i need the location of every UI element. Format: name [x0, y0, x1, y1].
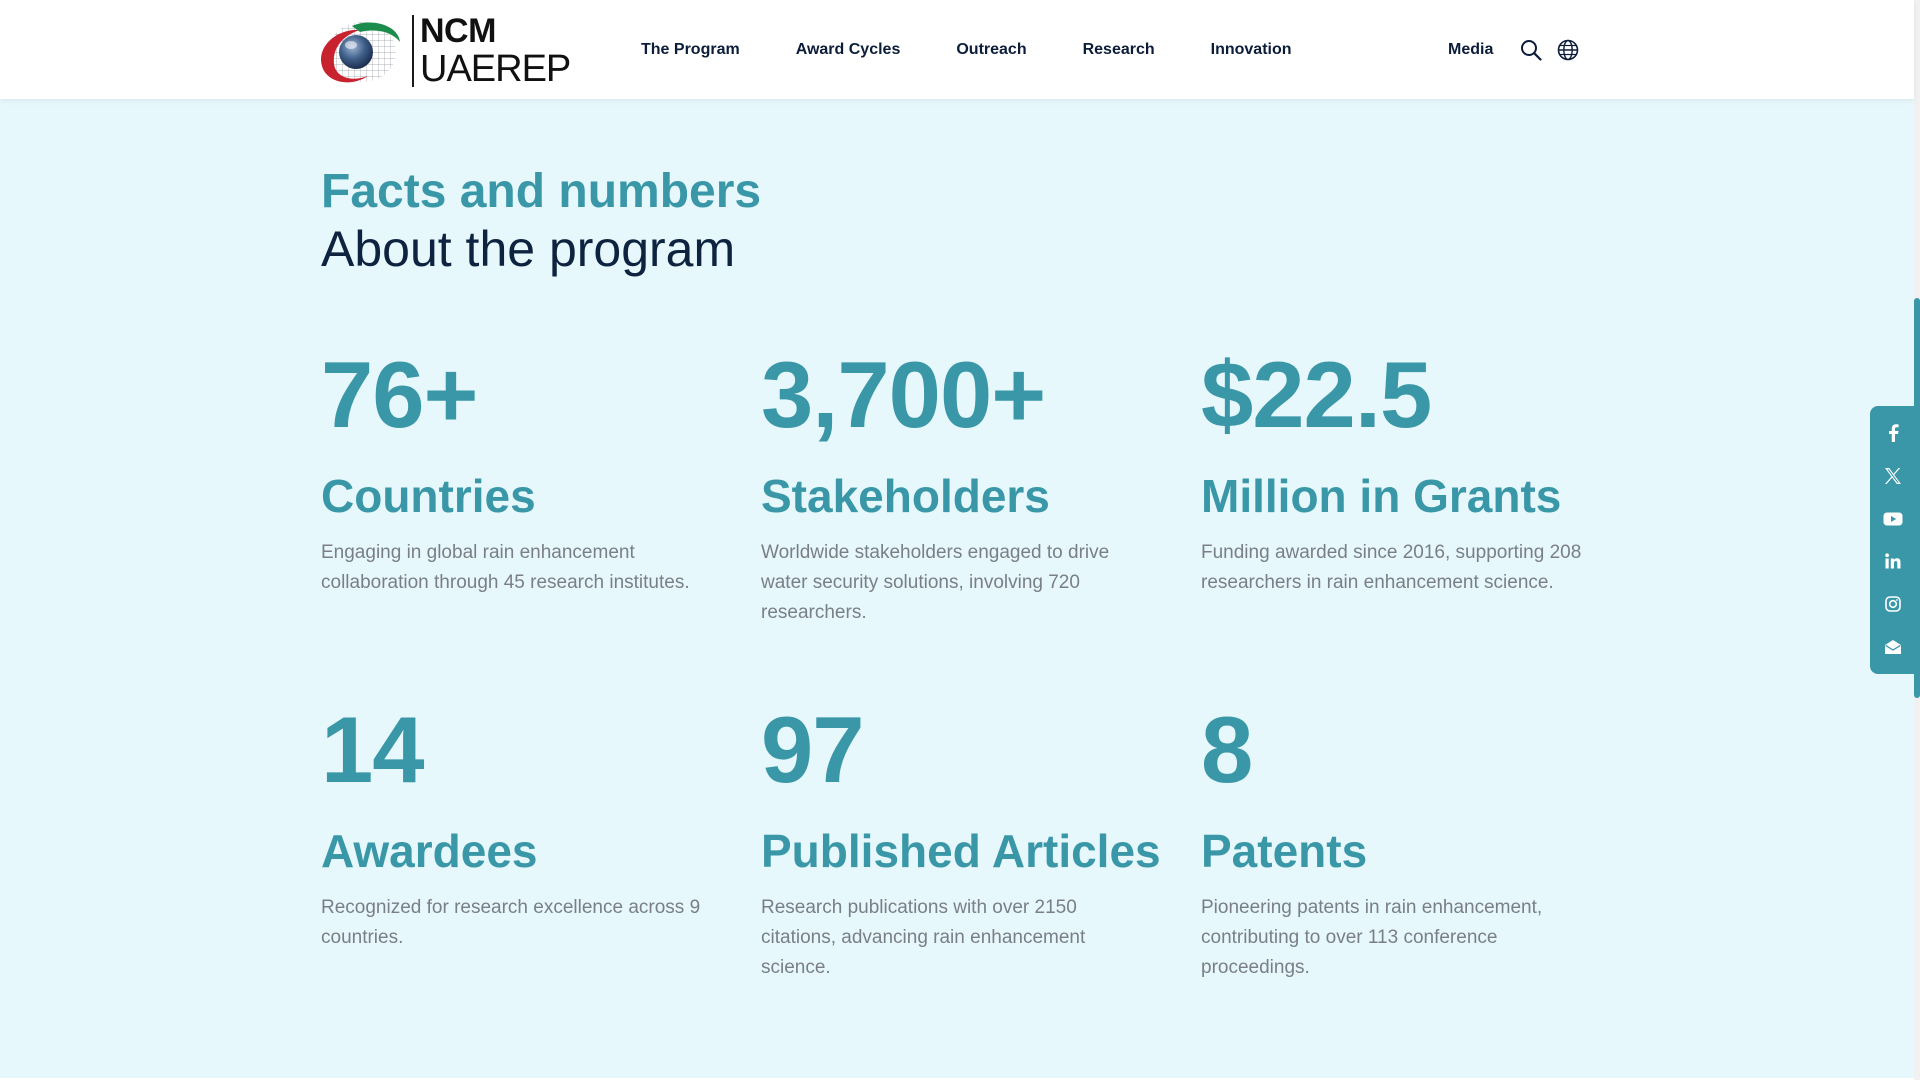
- stat-label: Patents: [1201, 825, 1368, 877]
- instagram-icon[interactable]: [1883, 594, 1903, 614]
- social-share-bar: [1870, 406, 1916, 674]
- stats-grid: 76+ Countries Engaging in global rain en…: [321, 340, 1641, 995]
- stat-label: Stakeholders: [761, 470, 1050, 522]
- utility-nav: Media: [1448, 0, 1593, 99]
- stat-card-grants: $22.5 Million in Grants Funding awarded …: [1201, 340, 1641, 695]
- facebook-icon[interactable]: [1883, 423, 1903, 443]
- stat-number: 97: [761, 697, 865, 802]
- stat-label: Countries: [321, 470, 536, 522]
- stat-card-patents: 8 Patents Pioneering patents in rain enh…: [1201, 695, 1641, 995]
- globe-icon[interactable]: [1556, 38, 1580, 62]
- logo-text: NCM UAEREP: [420, 12, 571, 90]
- stat-label: Awardees: [321, 825, 538, 877]
- logo-text-bottom: UAEREP: [420, 48, 571, 90]
- stat-card-stakeholders: 3,700+ Stakeholders Worldwide stakeholde…: [761, 340, 1201, 695]
- nav-research[interactable]: Research: [1083, 41, 1155, 59]
- stat-description: Pioneering patents in rain enhancement, …: [1201, 897, 1543, 978]
- nav-outreach[interactable]: Outreach: [956, 41, 1026, 59]
- nav-the-program[interactable]: The Program: [641, 41, 740, 59]
- stat-card-published-articles: 97 Published Articles Research publicati…: [761, 695, 1201, 995]
- youtube-icon[interactable]: [1883, 509, 1903, 529]
- stat-description: Worldwide stakeholders engaged to drive …: [761, 542, 1110, 623]
- section-title-main: About the program: [321, 221, 736, 277]
- stat-number: 14: [321, 697, 425, 802]
- site-logo[interactable]: NCM UAEREP: [312, 12, 571, 90]
- stat-number: 3,700+: [761, 342, 1046, 447]
- section-title: Facts and numbers About the program: [321, 162, 761, 278]
- stat-number: 76+: [321, 342, 478, 447]
- stat-label: Published Articles: [761, 825, 1161, 877]
- stat-description: Recognized for research excellence acros…: [321, 897, 701, 948]
- main-nav: The Program Award Cycles Outreach Resear…: [641, 0, 1348, 99]
- nav-innovation[interactable]: Innovation: [1211, 41, 1292, 59]
- x-icon[interactable]: [1883, 466, 1903, 486]
- stat-number: $22.5: [1201, 342, 1432, 447]
- linkedin-icon[interactable]: [1883, 551, 1903, 571]
- email-icon[interactable]: [1883, 637, 1903, 657]
- section-title-accent: Facts and numbers: [321, 165, 762, 218]
- stat-description: Research publications with over 2150 cit…: [761, 897, 1086, 978]
- logo-globe-icon: [312, 16, 404, 86]
- logo-divider: [412, 15, 414, 87]
- site-header: NCM UAEREP The Program Award Cycles Outr…: [0, 0, 1914, 99]
- search-icon[interactable]: [1519, 38, 1543, 62]
- stat-number: 8: [1201, 697, 1253, 802]
- nav-media[interactable]: Media: [1448, 41, 1493, 59]
- stat-card-awardees: 14 Awardees Recognized for research exce…: [321, 695, 761, 995]
- stat-card-countries: 76+ Countries Engaging in global rain en…: [321, 340, 761, 695]
- stat-label: Million in Grants: [1201, 470, 1562, 522]
- stat-description: Engaging in global rain enhancement coll…: [321, 542, 690, 593]
- nav-award-cycles[interactable]: Award Cycles: [796, 41, 901, 59]
- logo-text-top: NCM: [420, 12, 496, 50]
- stat-description: Funding awarded since 2016, supporting 2…: [1201, 542, 1582, 593]
